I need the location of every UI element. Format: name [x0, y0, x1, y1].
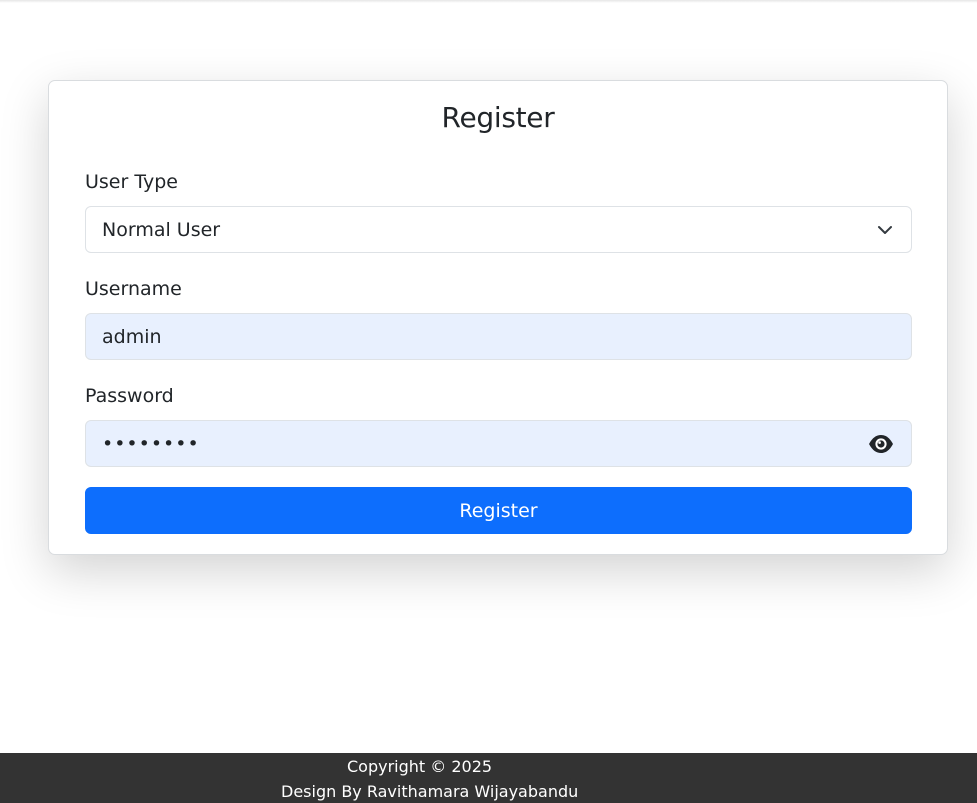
password-input[interactable]: •••••••• [85, 420, 912, 467]
password-value: •••••••• [102, 432, 200, 455]
register-card: Register User Type Normal User Username … [48, 80, 948, 555]
footer-credit: Design By Ravithamara Wijayabandu [281, 782, 579, 801]
register-button[interactable]: Register [85, 487, 912, 534]
eye-icon[interactable] [868, 432, 894, 456]
user-type-label: User Type [85, 171, 178, 193]
page-title: Register [441, 101, 555, 134]
user-type-select[interactable]: Normal User [85, 206, 912, 253]
user-type-selected-value: Normal User [102, 218, 221, 241]
chevron-down-icon [878, 226, 892, 234]
footer: Copyright © 2025 Design By Ravithamara W… [0, 753, 977, 803]
username-label: Username [85, 278, 182, 300]
username-value: admin [102, 325, 162, 348]
username-input[interactable]: admin [85, 313, 912, 360]
password-label: Password [85, 385, 174, 407]
footer-copyright: Copyright © 2025 [347, 757, 493, 776]
top-edge-shadow [0, 0, 977, 3]
